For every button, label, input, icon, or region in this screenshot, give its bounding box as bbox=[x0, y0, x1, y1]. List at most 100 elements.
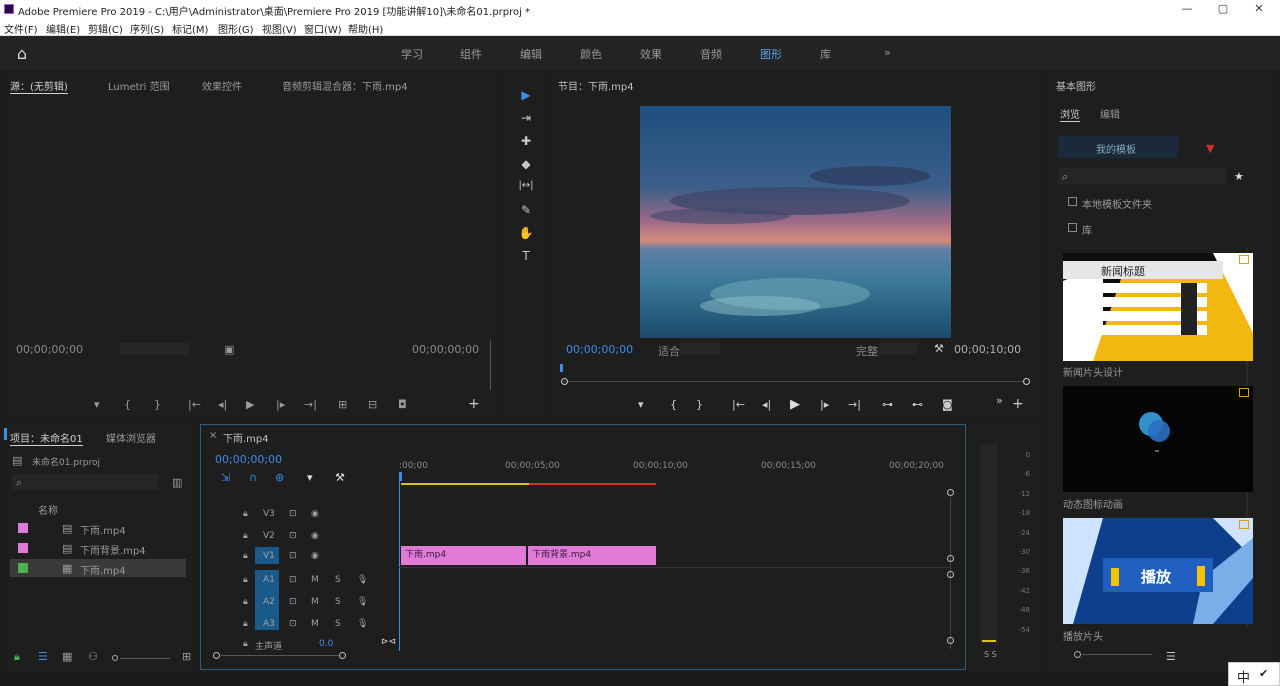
program-step-back-icon[interactable]: ◂| bbox=[762, 398, 771, 411]
scroll-handle[interactable] bbox=[947, 637, 954, 644]
tab-edit[interactable]: 编辑 bbox=[1100, 106, 1120, 121]
timeline-clip[interactable]: 下雨.mp4 bbox=[401, 546, 526, 565]
timeline-close-icon[interactable]: × bbox=[209, 430, 217, 441]
menu-view[interactable]: 视图(V) bbox=[262, 21, 297, 36]
program-add-button-icon[interactable]: + bbox=[1012, 396, 1024, 412]
minimize-button[interactable]: — bbox=[1180, 2, 1194, 16]
list-item[interactable]: ▤ 下雨.mp4 bbox=[10, 519, 186, 537]
menu-file[interactable]: 文件(F) bbox=[4, 21, 38, 36]
mute-icon[interactable]: M bbox=[311, 597, 319, 607]
lock-track-icon[interactable]: 🔒︎ bbox=[243, 619, 248, 629]
workspace-color[interactable]: 颜色 bbox=[580, 46, 602, 62]
icon-view-icon[interactable]: ▦ bbox=[62, 650, 72, 663]
column-name[interactable]: 名称 bbox=[38, 502, 58, 517]
linked-selection-icon[interactable]: ⊛ bbox=[275, 471, 284, 484]
list-options-icon[interactable]: ☰ bbox=[1166, 650, 1176, 663]
insert-icon[interactable]: ⊞ bbox=[338, 398, 347, 411]
project-more-icon[interactable]: ⊞ bbox=[182, 650, 191, 663]
master-volume-value[interactable]: 0.0 bbox=[319, 639, 333, 649]
export-frame-icon[interactable]: ◘ bbox=[398, 398, 407, 411]
lock-track-icon[interactable]: 🔒︎ bbox=[243, 531, 248, 541]
menu-edit[interactable]: 编辑(E) bbox=[46, 21, 80, 36]
workspace-effects[interactable]: 效果 bbox=[640, 46, 662, 62]
cloud-icon[interactable]: ▼ bbox=[1206, 142, 1214, 155]
fit-dropdown[interactable] bbox=[680, 343, 720, 355]
sync-lock-icon[interactable]: ⊡ bbox=[289, 619, 297, 629]
lock-track-icon[interactable]: 🔒︎ bbox=[243, 551, 248, 561]
lock-track-icon[interactable]: 🔒︎ bbox=[243, 639, 248, 649]
menu-window[interactable]: 窗口(W) bbox=[304, 21, 342, 36]
mic-icon[interactable]: 🎙︎ bbox=[357, 597, 368, 607]
menu-help[interactable]: 帮助(H) bbox=[348, 21, 383, 36]
step-back-icon[interactable]: ◂| bbox=[218, 398, 227, 411]
camera-icon[interactable]: ◙ bbox=[942, 398, 953, 411]
program-scrub-bar[interactable] bbox=[563, 381, 1025, 382]
source-zoom-select[interactable] bbox=[120, 343, 190, 355]
add-marker-icon[interactable]: ▾ bbox=[307, 471, 313, 484]
program-overflow-icon[interactable]: » bbox=[996, 394, 1003, 407]
maximize-button[interactable]: ▢ bbox=[1216, 2, 1230, 16]
master-expand-icon[interactable]: ⊳⊲ bbox=[381, 637, 396, 647]
timeline-clip[interactable]: 下雨背景.mp4 bbox=[528, 546, 656, 565]
selection-tool-icon[interactable]: ▶ bbox=[517, 88, 535, 106]
program-go-to-out-icon[interactable]: →| bbox=[848, 398, 861, 411]
ime-options-icon[interactable]: ✔ bbox=[1259, 667, 1268, 680]
workspace-graphics[interactable]: 图形 bbox=[760, 46, 782, 62]
track-label[interactable]: A3 bbox=[263, 619, 275, 629]
razor-tool-icon[interactable]: ◆ bbox=[517, 157, 535, 175]
tab-audio-clip-mixer[interactable]: 音频剪辑混合器：下雨.mp4 bbox=[282, 78, 408, 93]
libraries-checkbox[interactable] bbox=[1068, 223, 1077, 232]
lock-track-icon[interactable]: 🔒︎ bbox=[243, 509, 248, 519]
vertical-scroll-top[interactable] bbox=[947, 489, 954, 496]
mark-in-icon[interactable]: { bbox=[124, 398, 131, 411]
ime-indicator[interactable]: 中 ✔ bbox=[1228, 662, 1280, 686]
label-color-swatch[interactable] bbox=[18, 523, 28, 533]
close-button[interactable]: ✕ bbox=[1252, 2, 1266, 16]
extract-icon[interactable]: ⊷ bbox=[912, 398, 923, 411]
insert-nest-icon[interactable]: ⇲ bbox=[221, 471, 230, 484]
tab-browse[interactable]: 浏览 bbox=[1060, 106, 1080, 122]
program-step-forward-icon[interactable]: |▸ bbox=[820, 398, 829, 411]
go-to-out-icon[interactable]: →| bbox=[304, 398, 317, 411]
freeform-view-icon[interactable]: ⚇ bbox=[88, 650, 98, 663]
workspace-audio[interactable]: 音频 bbox=[700, 46, 722, 62]
eye-icon[interactable]: ◉ bbox=[311, 509, 319, 519]
pen-tool-icon[interactable]: ✎ bbox=[517, 203, 535, 221]
track-label[interactable]: V1 bbox=[263, 551, 275, 561]
mic-icon[interactable]: 🎙︎ bbox=[357, 575, 368, 585]
playhead-marker[interactable] bbox=[560, 364, 563, 372]
workspace-libraries[interactable]: 库 bbox=[820, 46, 831, 62]
list-item-selected[interactable]: ▦ 下雨.mp4 bbox=[10, 559, 186, 577]
track-label[interactable]: V2 bbox=[263, 531, 275, 541]
source-scroll[interactable] bbox=[490, 340, 491, 390]
eye-icon[interactable]: ◉ bbox=[311, 531, 319, 541]
scrub-handle-left[interactable] bbox=[561, 378, 568, 385]
play-icon[interactable]: ▶ bbox=[246, 398, 254, 411]
program-mark-in-icon[interactable]: { bbox=[670, 398, 677, 411]
mark-out-icon[interactable]: } bbox=[154, 398, 161, 411]
list-item[interactable]: ▤ 下雨背景.mp4 bbox=[10, 539, 186, 557]
list-view-icon[interactable]: ☰ bbox=[38, 650, 48, 663]
graphics-search-input[interactable] bbox=[1058, 168, 1226, 184]
scroll-handle[interactable] bbox=[947, 571, 954, 578]
tab-effect-controls[interactable]: 效果控件 bbox=[202, 78, 242, 93]
eye-icon[interactable]: ◉ bbox=[311, 551, 319, 561]
ripple-edit-tool-icon[interactable]: ✚ bbox=[517, 134, 535, 152]
wrench-icon[interactable]: ⚒ bbox=[934, 342, 944, 355]
sync-lock-icon[interactable]: ⊡ bbox=[289, 551, 297, 561]
sync-lock-icon[interactable]: ⊡ bbox=[289, 597, 297, 607]
slip-tool-icon[interactable]: |↔| bbox=[517, 180, 535, 198]
solo-icon[interactable]: S bbox=[335, 619, 341, 629]
template-thumbnail[interactable]: 播放 bbox=[1063, 518, 1253, 624]
program-marker-icon[interactable]: ▾ bbox=[638, 398, 644, 411]
menu-clip[interactable]: 剪辑(C) bbox=[88, 21, 123, 36]
h-scroll-right[interactable] bbox=[339, 652, 346, 659]
quality-dropdown[interactable] bbox=[878, 343, 918, 355]
lock-track-icon[interactable]: 🔒︎ bbox=[243, 575, 248, 585]
menu-sequence[interactable]: 序列(S) bbox=[130, 21, 164, 36]
track-label[interactable]: A1 bbox=[263, 575, 275, 585]
templates-dropdown[interactable]: 我的模板 bbox=[1058, 136, 1178, 158]
thumb-zoom-slider[interactable] bbox=[1082, 654, 1152, 655]
lift-icon[interactable]: ⊶ bbox=[882, 398, 893, 411]
timeline-playhead[interactable] bbox=[399, 472, 402, 481]
